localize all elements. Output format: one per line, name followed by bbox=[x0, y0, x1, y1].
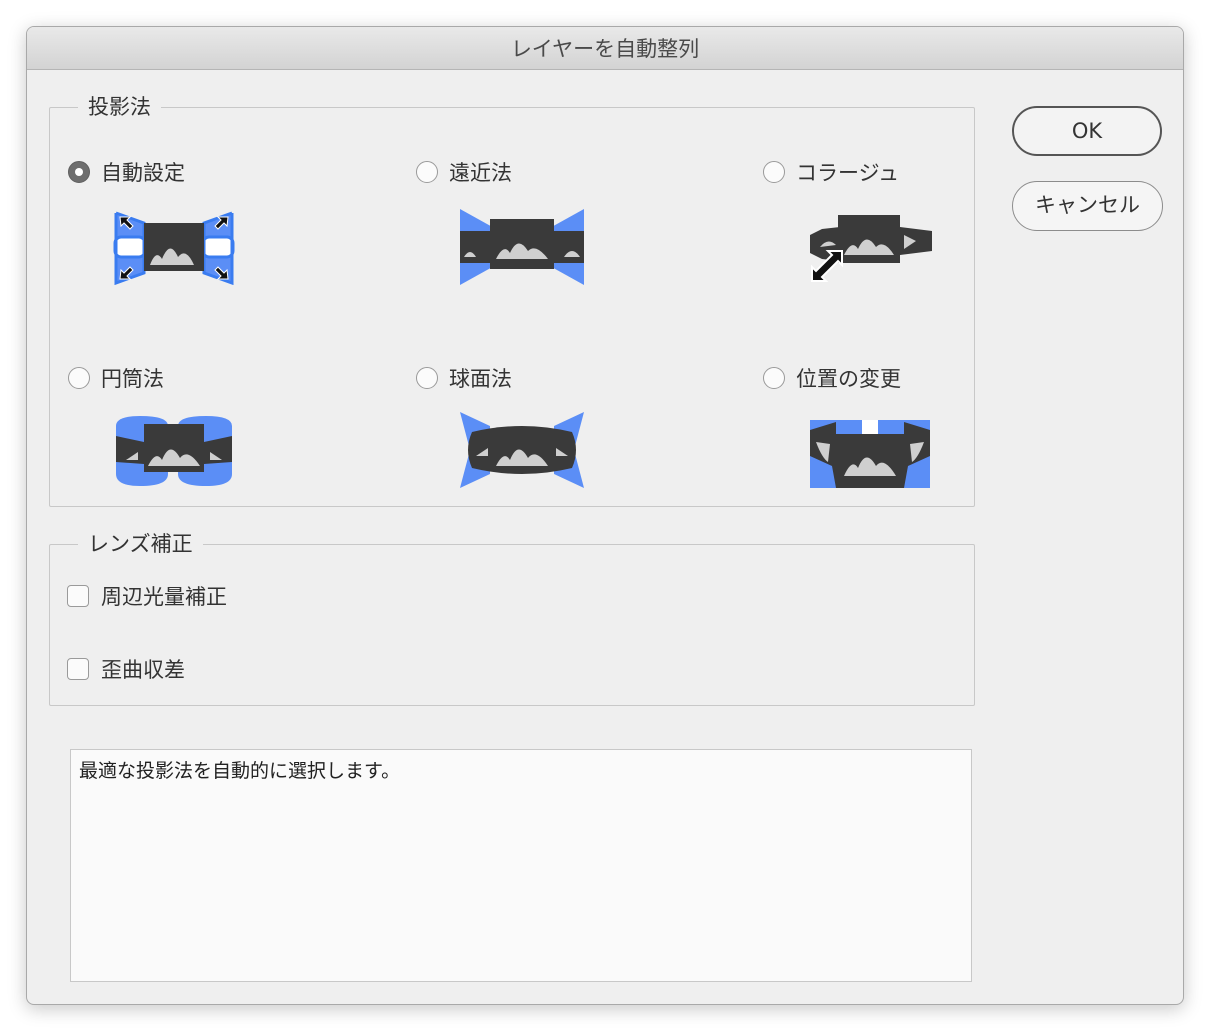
spherical-projection-icon[interactable] bbox=[460, 412, 584, 488]
radio-button[interactable] bbox=[763, 367, 785, 389]
lens-correction-group: レンズ補正 周辺光量補正 歪曲収差 bbox=[49, 530, 975, 706]
projection-option-label: 球面法 bbox=[449, 367, 512, 391]
ok-button[interactable]: OK bbox=[1012, 106, 1162, 156]
lens-correction-legend: レンズ補正 bbox=[78, 530, 203, 558]
collage-projection-icon[interactable] bbox=[808, 209, 934, 285]
reposition-projection-icon[interactable] bbox=[808, 412, 932, 488]
distortion-correction-label: 歪曲収差 bbox=[101, 658, 185, 682]
cylindrical-projection-icon[interactable] bbox=[112, 412, 236, 488]
projection-option-collage[interactable]: コラージュ bbox=[763, 156, 899, 188]
projection-option-label: 円筒法 bbox=[101, 367, 164, 391]
perspective-projection-icon[interactable] bbox=[460, 209, 584, 285]
radio-button[interactable] bbox=[68, 161, 90, 183]
radio-button[interactable] bbox=[763, 161, 785, 183]
radio-button[interactable] bbox=[416, 367, 438, 389]
auto-projection-icon[interactable] bbox=[112, 209, 236, 285]
distortion-correction-option[interactable]: 歪曲収差 bbox=[67, 653, 185, 685]
auto-align-layers-dialog: レイヤーを自動整列 投影法 自動設定 遠近法 コラージュ 円筒法 球面法 位置の… bbox=[26, 26, 1184, 1005]
dialog-title: レイヤーを自動整列 bbox=[27, 27, 1183, 70]
projection-group: 投影法 自動設定 遠近法 コラージュ 円筒法 球面法 位置の変更 bbox=[49, 93, 975, 507]
projection-option-cylindrical[interactable]: 円筒法 bbox=[68, 362, 164, 394]
projection-option-spherical[interactable]: 球面法 bbox=[416, 362, 512, 394]
radio-button[interactable] bbox=[68, 367, 90, 389]
projection-option-label: 自動設定 bbox=[101, 161, 185, 185]
projection-option-label: 遠近法 bbox=[449, 161, 512, 185]
description-box: 最適な投影法を自動的に選択します。 bbox=[70, 749, 972, 982]
projection-option-reposition[interactable]: 位置の変更 bbox=[763, 362, 901, 394]
distortion-correction-checkbox[interactable] bbox=[67, 658, 89, 680]
projection-option-auto[interactable]: 自動設定 bbox=[68, 156, 185, 188]
projection-option-label: コラージュ bbox=[796, 161, 900, 185]
projection-legend: 投影法 bbox=[78, 93, 161, 121]
projection-option-perspective[interactable]: 遠近法 bbox=[416, 156, 512, 188]
projection-option-label: 位置の変更 bbox=[796, 367, 901, 391]
vignette-removal-label: 周辺光量補正 bbox=[101, 585, 227, 609]
radio-button[interactable] bbox=[416, 161, 438, 183]
cancel-button[interactable]: キャンセル bbox=[1012, 181, 1163, 231]
vignette-removal-checkbox[interactable] bbox=[67, 585, 89, 607]
vignette-removal-option[interactable]: 周辺光量補正 bbox=[67, 580, 227, 612]
